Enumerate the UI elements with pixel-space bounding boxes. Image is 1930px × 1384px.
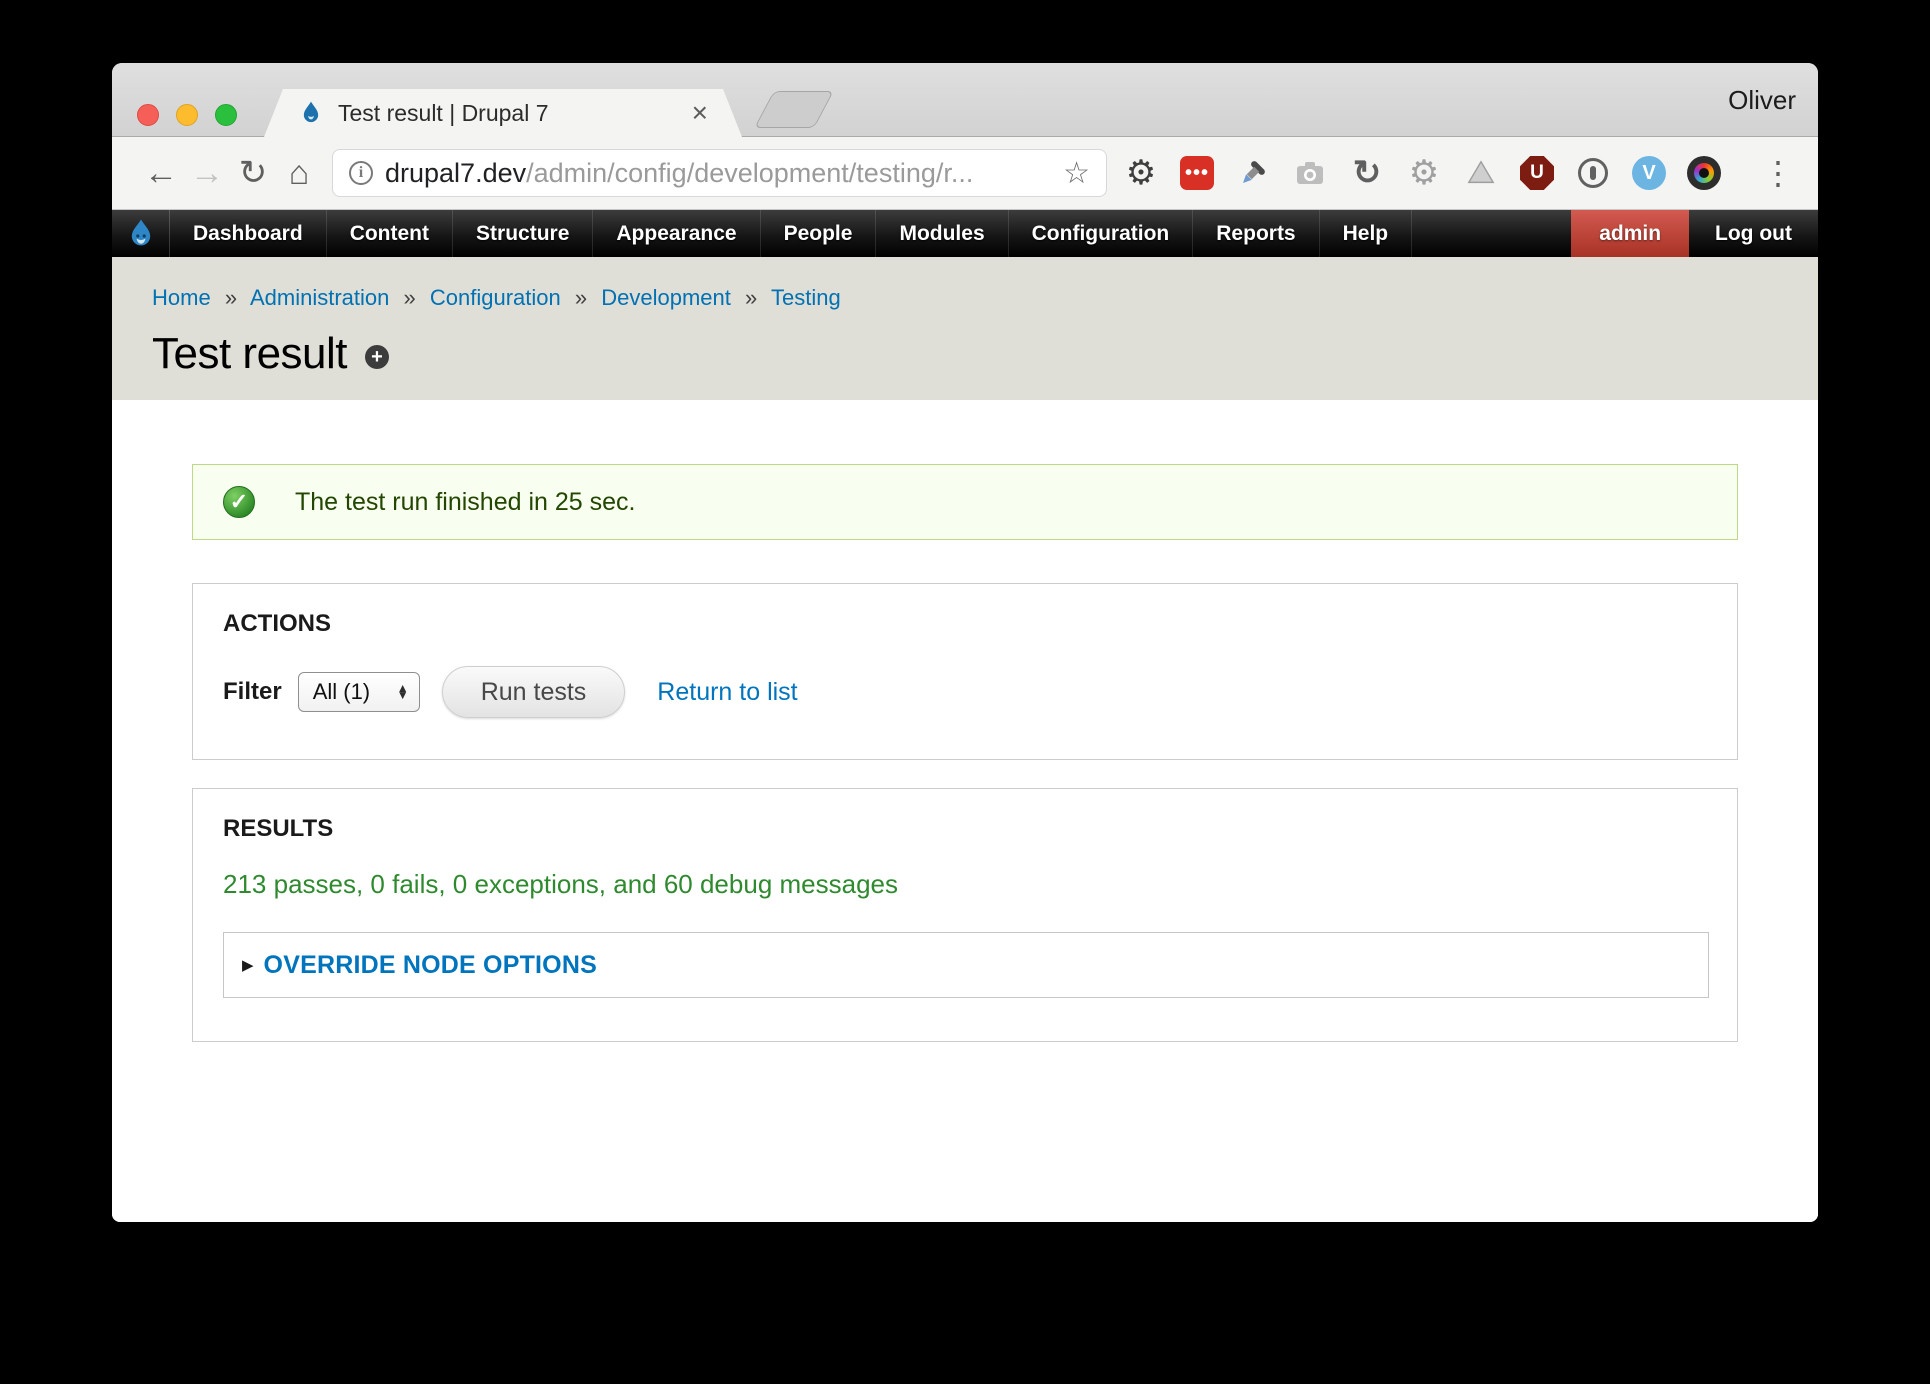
breadcrumb-separator: » [403,285,415,310]
browser-toolbar: ← → ↻ ⌂ i drupal7.dev/admin/config/devel… [112,137,1818,210]
breadcrumb-configuration[interactable]: Configuration [430,285,561,310]
collapsed-arrow-icon: ▶ [242,956,254,974]
filter-select[interactable]: All (1) ▲ ▼ [298,672,420,712]
override-node-options-fieldset[interactable]: ▶ OVERRIDE NODE OPTIONS [223,932,1709,998]
url-text[interactable]: drupal7.dev/admin/config/development/tes… [385,158,1051,189]
breadcrumb-separator: » [745,285,757,310]
breadcrumb-separator: » [575,285,587,310]
status-message: ✓ The test run finished in 25 sec. [192,464,1738,540]
success-check-icon: ✓ [223,486,255,518]
camera-extension-icon[interactable] [1292,155,1328,191]
breadcrumb-development[interactable]: Development [601,285,731,310]
admin-user-button[interactable]: admin [1571,210,1689,257]
site-info-icon[interactable]: i [349,161,373,185]
admin-menu-reports[interactable]: Reports [1193,210,1319,257]
page-header: Home » Administration » Configuration » … [112,257,1818,400]
drupal-admin-toolbar: Dashboard Content Structure Appearance P… [112,210,1818,257]
gear-extension-icon[interactable]: ⚙ [1406,155,1442,191]
logout-button[interactable]: Log out [1689,210,1818,257]
reload-icon[interactable]: ↻ [230,153,276,193]
close-window-button[interactable] [137,104,159,126]
admin-menu-configuration[interactable]: Configuration [1009,210,1194,257]
address-bar[interactable]: i drupal7.dev/admin/config/development/t… [332,149,1107,197]
admin-menu-modules[interactable]: Modules [876,210,1008,257]
browser-window: Test result | Drupal 7 × Oliver ← → ↻ ⌂ … [112,63,1818,1222]
admin-menu-dashboard[interactable]: Dashboard [170,210,327,257]
filter-selected-value: All (1) [313,679,397,705]
password-manager-extension-icon[interactable] [1575,155,1611,191]
drupal-favicon-icon [298,100,324,126]
breadcrumb-separator: » [225,285,237,310]
tab-close-icon[interactable]: × [692,99,708,127]
minimize-window-button[interactable] [176,104,198,126]
url-domain: drupal7.dev [385,158,526,188]
breadcrumb-testing[interactable]: Testing [771,285,841,310]
browser-profile-name[interactable]: Oliver [1728,63,1796,137]
tab-strip: Test result | Drupal 7 × Oliver [112,63,1818,137]
status-message-text: The test run finished in 25 sec. [295,488,635,517]
forward-icon: → [184,154,230,193]
admin-menu-structure[interactable]: Structure [453,210,593,257]
zoom-window-button[interactable] [215,104,237,126]
admin-menu-content[interactable]: Content [327,210,453,257]
page-title: Test result [152,329,347,379]
admin-menu-people[interactable]: People [761,210,877,257]
ublock-extension-icon[interactable]: U [1520,156,1554,190]
breadcrumb: Home » Administration » Configuration » … [152,285,1818,311]
chrome-menu-icon[interactable]: ⋮ [1762,154,1792,192]
bookmark-star-icon[interactable]: ☆ [1063,156,1090,191]
new-tab-button[interactable] [754,91,834,128]
return-to-list-link[interactable]: Return to list [657,678,797,707]
eyedropper-extension-icon[interactable] [1235,155,1271,191]
actions-heading: ACTIONS [223,610,1707,638]
camera-lens-extension-icon[interactable] [1687,156,1721,190]
admin-menu-appearance[interactable]: Appearance [593,210,760,257]
url-path: /admin/config/development/testing/r... [526,158,973,188]
back-icon[interactable]: ← [138,154,184,193]
page-monitor-extension-icon[interactable]: ↻ [1349,155,1385,191]
drupal-home-button[interactable] [112,210,170,257]
add-shortcut-icon[interactable]: + [365,345,389,369]
v-extension-icon[interactable]: V [1632,156,1666,190]
results-summary: 213 passes, 0 fails, 0 exceptions, and 6… [223,869,1707,900]
results-heading: RESULTS [223,815,1707,843]
select-stepper-icon: ▲ ▼ [397,685,409,700]
filter-label: Filter [223,678,282,706]
drupal-admin-menu: Dashboard Content Structure Appearance P… [170,210,1412,257]
override-node-options-link[interactable]: OVERRIDE NODE OPTIONS [264,951,597,980]
results-panel: RESULTS 213 passes, 0 fails, 0 exception… [192,788,1738,1042]
settings-gear-extension-icon[interactable]: ⚙ [1123,155,1159,191]
admin-menu-help[interactable]: Help [1320,210,1413,257]
drupal-logo-icon [125,218,157,250]
extension-row: ⚙ ••• ↻ ⚙ [1123,154,1792,192]
page-content: ✓ The test run finished in 25 sec. ACTIO… [112,400,1818,1222]
actions-panel: ACTIONS Filter All (1) ▲ ▼ Run tests Ret… [192,583,1738,760]
tab-title: Test result | Drupal 7 [338,100,678,127]
home-icon[interactable]: ⌂ [276,154,322,193]
breadcrumb-home[interactable]: Home [152,285,211,310]
google-drive-extension-icon[interactable] [1463,155,1499,191]
breadcrumb-administration[interactable]: Administration [250,285,389,310]
run-tests-button[interactable]: Run tests [442,666,626,718]
browser-tab[interactable]: Test result | Drupal 7 × [264,89,742,137]
lastpass-extension-icon[interactable]: ••• [1180,156,1214,190]
traffic-lights [137,104,237,126]
